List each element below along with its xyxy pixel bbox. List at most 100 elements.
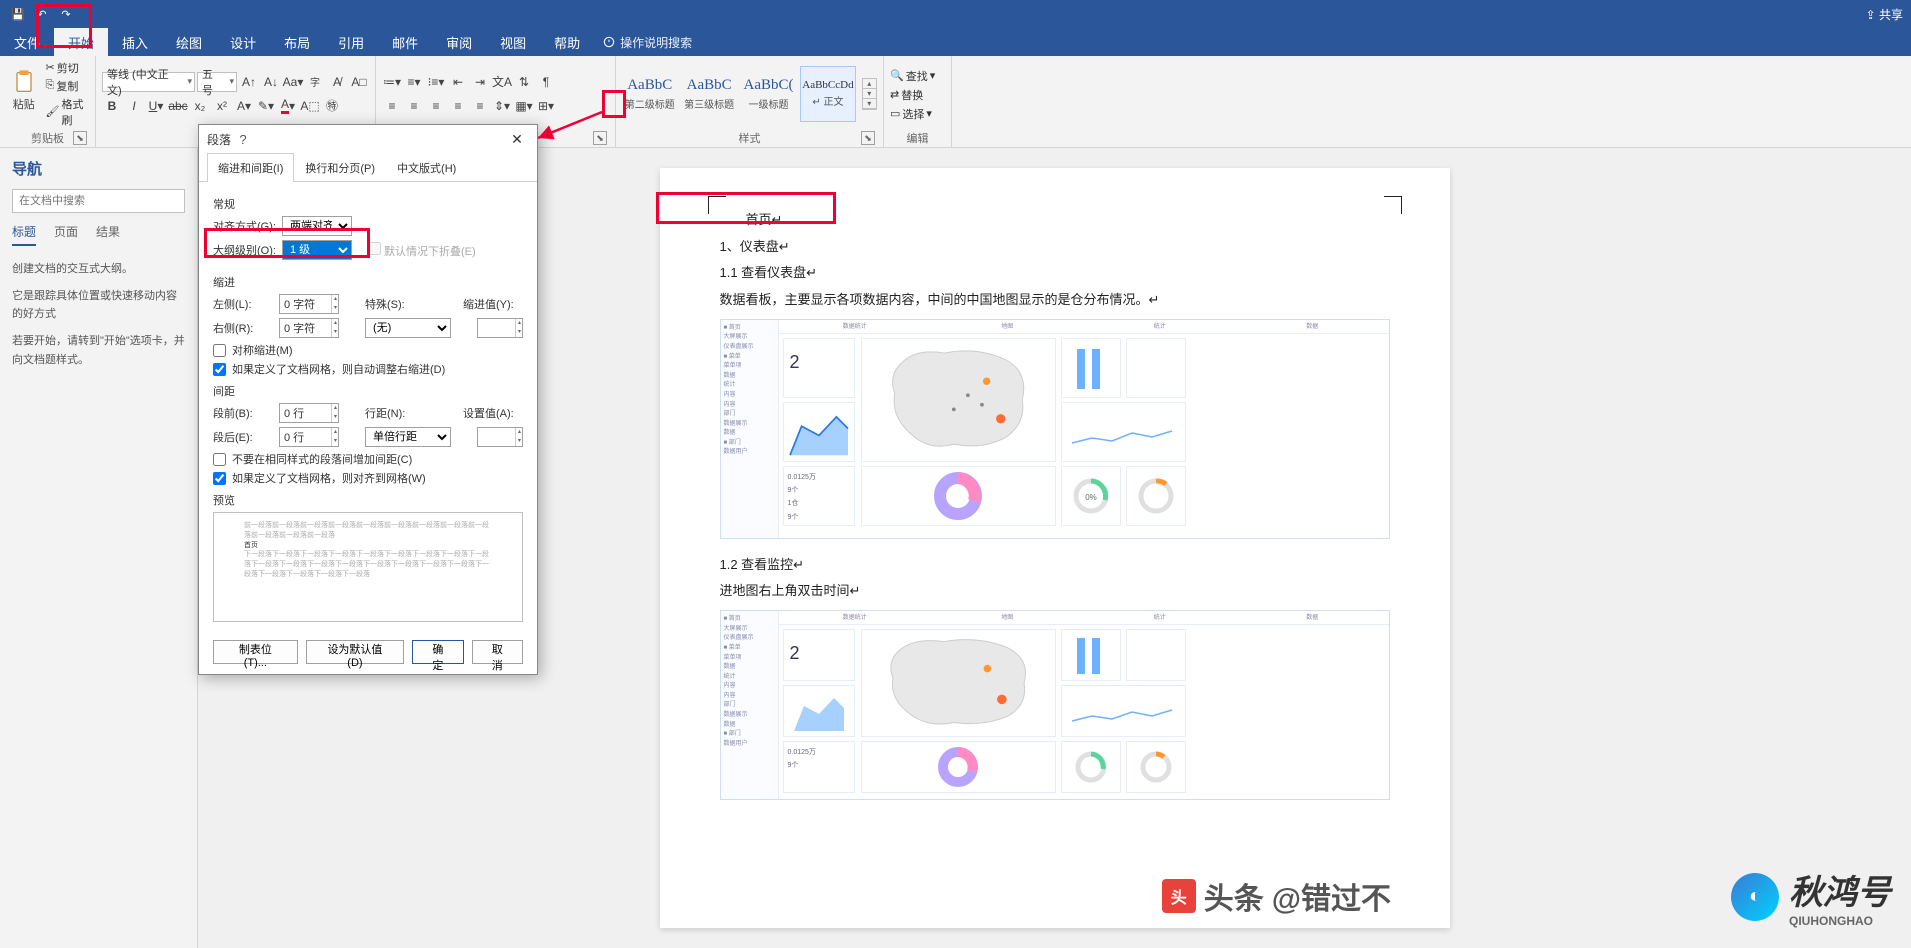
no-space-same-style-check[interactable]: [213, 453, 226, 466]
set-default-button[interactable]: 设为默认值(D): [306, 640, 404, 664]
clipboard-launcher[interactable]: ⬊: [73, 131, 87, 145]
doc-text[interactable]: 进地图右上角双击时间↵: [720, 579, 1390, 604]
grow-font-icon[interactable]: A↑: [239, 72, 259, 92]
align-right-icon[interactable]: ≡: [426, 96, 446, 116]
doc-text[interactable]: 1.1 查看仪表盘↵: [720, 261, 1390, 286]
tab-home[interactable]: 开始: [54, 28, 108, 56]
enclose-char-icon[interactable]: ㊕: [322, 96, 342, 116]
change-case-icon[interactable]: Aa▾: [283, 72, 303, 92]
superscript-icon[interactable]: x²: [212, 96, 232, 116]
phonetic-icon[interactable]: 字: [305, 72, 325, 92]
char-border-icon[interactable]: A□: [349, 72, 369, 92]
nav-tab-pages[interactable]: 页面: [54, 223, 78, 246]
doc-text[interactable]: 1.2 查看监控↵: [720, 553, 1390, 578]
cancel-button[interactable]: 取消: [472, 640, 523, 664]
dialog-tab-breaks[interactable]: 换行和分页(P): [294, 153, 386, 182]
help-icon[interactable]: ?: [231, 127, 255, 151]
redo-icon[interactable]: ↷: [56, 4, 76, 24]
undo-icon[interactable]: ↶: [32, 4, 52, 24]
inc-indent-icon[interactable]: ⇥: [470, 72, 490, 92]
shrink-font-icon[interactable]: A↓: [261, 72, 281, 92]
at-spin[interactable]: [477, 427, 523, 447]
tab-insert[interactable]: 插入: [108, 28, 162, 56]
bold-icon[interactable]: B: [102, 96, 122, 116]
special-select[interactable]: (无): [365, 318, 451, 338]
strike-icon[interactable]: abc: [168, 96, 188, 116]
replace-button[interactable]: ⇄ 替换: [890, 87, 945, 103]
format-painter-button[interactable]: 🖌 格式刷: [46, 96, 89, 128]
text-effects-icon[interactable]: A▾: [234, 96, 254, 116]
style-normal[interactable]: AaBbCcDd↵ 正文: [800, 66, 855, 122]
multilevel-icon[interactable]: ⁝≡▾: [426, 72, 446, 92]
dec-indent-icon[interactable]: ⇤: [448, 72, 468, 92]
align-select[interactable]: 两端对齐: [282, 216, 352, 236]
tabs-button[interactable]: 制表位(T)...: [213, 640, 298, 664]
font-size-combo[interactable]: 五号: [197, 72, 237, 92]
font-family-combo[interactable]: 等线 (中文正文): [102, 72, 195, 92]
nav-tab-headings[interactable]: 标题: [12, 223, 36, 246]
line-spacing-icon[interactable]: ⇕▾: [492, 96, 512, 116]
tab-view[interactable]: 视图: [486, 28, 540, 56]
share-button[interactable]: ⇪ 共享: [1866, 6, 1903, 23]
nav-search-input[interactable]: [12, 189, 185, 213]
tab-design[interactable]: 设计: [216, 28, 270, 56]
align-center-icon[interactable]: ≡: [404, 96, 424, 116]
paste-button[interactable]: 粘贴: [6, 58, 42, 122]
subscript-icon[interactable]: x₂: [190, 96, 210, 116]
nav-tab-results[interactable]: 结果: [96, 223, 120, 246]
find-button[interactable]: 🔍 查找 ▾: [890, 68, 945, 84]
snap-grid-check[interactable]: [213, 472, 226, 485]
style-heading1[interactable]: AaBbC(一级标题: [741, 66, 796, 122]
doc-text[interactable]: 1、仪表盘↵: [720, 235, 1390, 260]
outline-level-select[interactable]: 1 级: [282, 240, 352, 260]
highlight-icon[interactable]: ✎▾: [256, 96, 276, 116]
by-spin[interactable]: [477, 318, 523, 338]
align-left-icon[interactable]: ≡: [382, 96, 402, 116]
style-heading2[interactable]: AaBbC第二级标题: [622, 66, 677, 122]
sort-icon[interactable]: ⇅: [514, 72, 534, 92]
dialog-tab-asian[interactable]: 中文版式(H): [386, 153, 467, 182]
dialog-tab-indent[interactable]: 缩进和间距(I): [207, 153, 294, 182]
tab-help[interactable]: 帮助: [540, 28, 594, 56]
italic-icon[interactable]: I: [124, 96, 144, 116]
close-icon[interactable]: ✕: [505, 127, 529, 151]
mirror-indent-check[interactable]: [213, 344, 226, 357]
before-spin[interactable]: 0 行: [279, 403, 339, 423]
numbering-icon[interactable]: ≡▾: [404, 72, 424, 92]
embedded-image[interactable]: ■ 首页 大屏展示 仪表盘展示■ 菜单 菜单项 数据 统计 内容 内容 部门 数…: [720, 610, 1390, 800]
tab-review[interactable]: 审阅: [432, 28, 486, 56]
after-spin[interactable]: 0 行: [279, 427, 339, 447]
styles-more[interactable]: ▴▾▾: [862, 78, 877, 110]
show-marks-icon[interactable]: ¶: [536, 72, 556, 92]
line-spacing-select[interactable]: 单倍行距: [365, 427, 451, 447]
auto-adjust-check[interactable]: [213, 363, 226, 376]
justify-icon[interactable]: ≡: [448, 96, 468, 116]
select-button[interactable]: ▭ 选择 ▾: [890, 106, 945, 122]
char-shading-icon[interactable]: A⬚: [300, 96, 320, 116]
navigation-pane: 导航 标题 页面 结果 创建文档的交互式大纲。 它是跟踪具体位置或快速移动内容的…: [0, 148, 198, 948]
embedded-image[interactable]: ■ 首页 大屏展示 仪表盘展示■ 菜单 菜单项 数据 统计 内容 内容 部门 数…: [720, 319, 1390, 539]
tab-mailings[interactable]: 邮件: [378, 28, 432, 56]
distributed-icon[interactable]: ≡: [470, 96, 490, 116]
cut-button[interactable]: ✂ 剪切: [46, 60, 89, 76]
tab-layout[interactable]: 布局: [270, 28, 324, 56]
copy-button[interactable]: ⎘ 复制: [46, 78, 89, 94]
tell-me[interactable]: 操作说明搜索: [602, 34, 692, 51]
font-color-icon[interactable]: A▾: [278, 96, 298, 116]
collapse-check: [368, 242, 381, 255]
tab-draw[interactable]: 绘图: [162, 28, 216, 56]
doc-text[interactable]: 首页↵: [720, 208, 1390, 233]
indent-left-spin[interactable]: 0 字符: [279, 294, 339, 314]
save-icon[interactable]: 💾: [8, 4, 28, 24]
style-heading3[interactable]: AaBbC第三级标题: [681, 66, 736, 122]
tab-references[interactable]: 引用: [324, 28, 378, 56]
underline-icon[interactable]: U▾: [146, 96, 166, 116]
doc-text[interactable]: 数据看板，主要显示各项数据内容，中间的中国地图显示的是仓分布情况。↵: [720, 288, 1390, 313]
bullets-icon[interactable]: ≔▾: [382, 72, 402, 92]
tab-file[interactable]: 文件: [0, 28, 54, 56]
text-direction-icon[interactable]: 文A: [492, 72, 512, 92]
clear-format-icon[interactable]: A̸: [327, 72, 347, 92]
ok-button[interactable]: 确定: [412, 640, 463, 664]
indent-right-spin[interactable]: 0 字符: [279, 318, 339, 338]
styles-launcher[interactable]: ⬊: [861, 131, 875, 145]
